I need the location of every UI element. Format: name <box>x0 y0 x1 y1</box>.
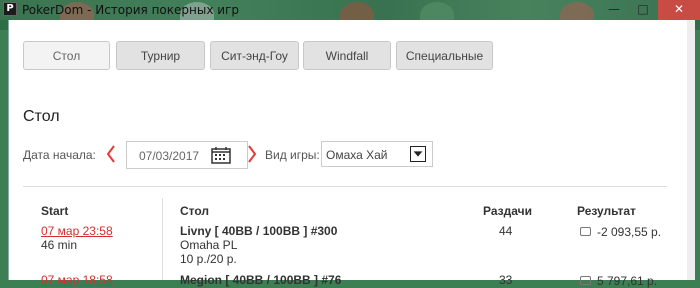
game-type-select[interactable]: Омаха Хай <box>321 141 433 167</box>
main-content: Стол Турнир Сит-энд-Гоу Windfall Специал… <box>8 20 695 288</box>
wallet-icon <box>580 276 591 285</box>
column-header-start[interactable]: Start <box>41 204 68 218</box>
row-result: 5 797,61 р. <box>597 274 658 288</box>
divider <box>23 186 667 187</box>
row-game-type: Omaha PL <box>180 238 238 252</box>
column-header-hands[interactable]: Раздачи <box>483 204 532 218</box>
chevron-down-icon[interactable] <box>410 146 426 162</box>
column-header-table[interactable]: Стол <box>180 204 209 218</box>
maximize-button[interactable]: □ <box>629 0 657 20</box>
date-field[interactable]: 07/03/2017 <box>126 141 248 169</box>
tab-special[interactable]: Специальные <box>396 41 493 70</box>
title-bar[interactable]: P PokerDom - История покерных игр — □ ✕ <box>0 0 700 20</box>
row-hands: 44 <box>499 224 513 238</box>
row-result: -2 093,55 р. <box>597 225 662 239</box>
game-type-value: Омаха Хай <box>326 148 388 162</box>
tab-windfall[interactable]: Windfall <box>303 41 391 70</box>
row-duration: 46 min <box>41 238 78 252</box>
row-start-time[interactable]: 07 мар 18:58 <box>41 273 113 287</box>
app-window: P PokerDom - История покерных игр — □ ✕ … <box>0 0 700 288</box>
window-title: PokerDom - История покерных игр <box>22 3 239 17</box>
game-type-label: Вид игры: <box>265 148 320 162</box>
page-title: Стол <box>23 108 60 125</box>
row-stakes: 10 р./20 р. <box>180 252 237 266</box>
wallet-icon <box>580 227 591 236</box>
date-label: Дата начала: <box>23 148 96 162</box>
row-start-time[interactable]: 07 мар 23:58 <box>41 224 113 238</box>
column-header-result[interactable]: Результат <box>577 204 636 218</box>
minimize-button[interactable]: — <box>600 0 628 20</box>
app-logo-icon: P <box>3 2 17 16</box>
tab-table[interactable]: Стол <box>23 41 110 70</box>
row-hands: 33 <box>499 273 513 287</box>
vertical-scrollbar[interactable] <box>687 20 695 280</box>
close-button[interactable]: ✕ <box>658 0 700 20</box>
row-table-name: Megion [ 40BB / 100BB ] #76 <box>180 273 342 287</box>
row-table-name: Livny [ 40BB / 100BB ] #300 <box>180 224 338 238</box>
chevron-right-icon[interactable] <box>247 144 257 164</box>
date-value: 07/03/2017 <box>139 149 200 163</box>
column-divider <box>162 198 163 280</box>
tab-sit-and-go[interactable]: Сит-энд-Гоу <box>210 41 299 70</box>
tab-tournament[interactable]: Турнир <box>116 41 205 70</box>
chevron-left-icon[interactable] <box>106 144 116 164</box>
calendar-icon[interactable] <box>211 146 231 164</box>
